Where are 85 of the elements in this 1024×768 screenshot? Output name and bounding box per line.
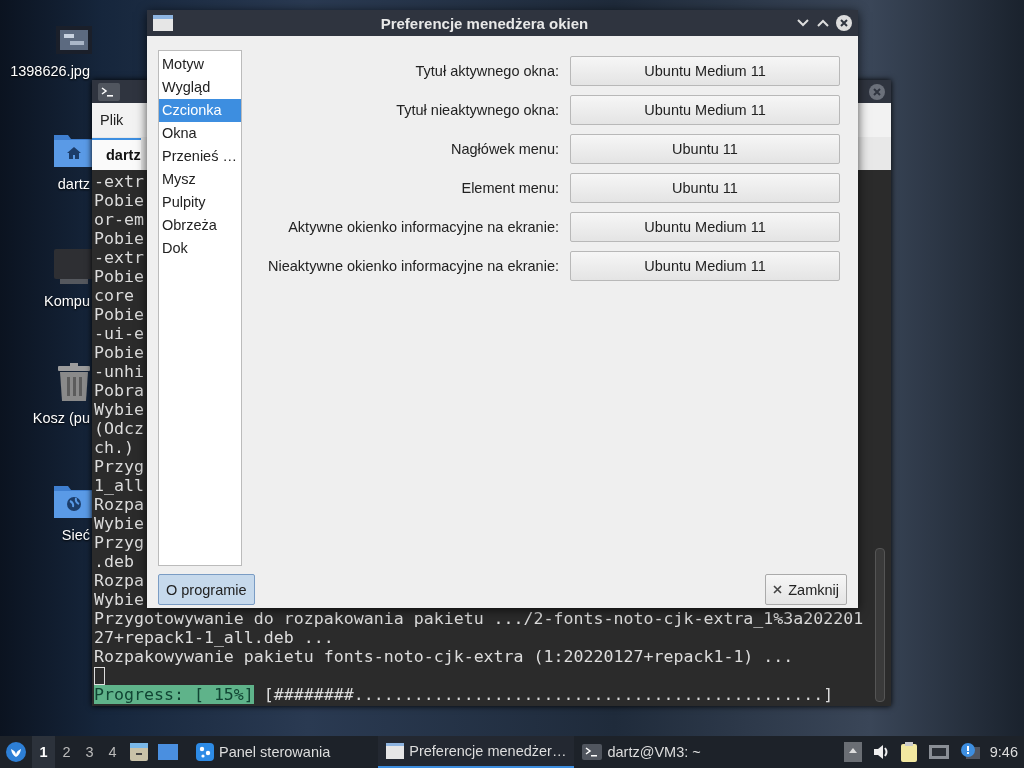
terminal-line: Przygotowywanie do rozpakowania pakietu .../2-fonts-noto-cjk-extra_1%3a202201	[94, 609, 864, 628]
terminal-line: Pobie	[94, 305, 144, 324]
window-title: Preferencje menedżera okien	[379, 14, 590, 32]
progress-label: Progress: [ 15%]	[94, 685, 254, 704]
terminal-line: -extr	[94, 172, 144, 191]
terminal-line: Przyg	[94, 533, 144, 552]
terminal-line: 27+repack1-1_all.deb ...	[94, 628, 334, 647]
file-cabinet-icon[interactable]	[130, 743, 148, 761]
clipboard-icon[interactable]	[899, 742, 918, 762]
terminal-line: Rozpa	[94, 495, 144, 514]
workspace-button[interactable]: 2	[55, 736, 78, 768]
terminal-icon	[98, 82, 120, 101]
terminal-line: Pobie	[94, 229, 144, 248]
terminal-line: core	[94, 286, 134, 305]
workspace-button[interactable]: 3	[78, 736, 101, 768]
trash-icon[interactable]	[58, 363, 90, 401]
field-label: Nagłówek menu:	[451, 141, 559, 157]
field-label: Nieaktywne okienko informacyjne na ekranie:	[268, 258, 559, 274]
terminal-line: Wybie	[94, 514, 144, 533]
terminal-line: .deb	[94, 552, 134, 571]
notification-icon[interactable]	[959, 742, 980, 762]
image-thumbnail-icon[interactable]	[56, 26, 92, 54]
desktop-icon-label[interactable]: 1398626.jpg	[10, 62, 90, 80]
field-label: Tytuł nieaktywnego okna:	[396, 102, 559, 118]
clock[interactable]: 9:46	[989, 744, 1018, 760]
font-button[interactable]: Ubuntu 11	[570, 134, 840, 164]
workspace-button[interactable]: 4	[101, 736, 124, 768]
terminal-line: or-em	[94, 210, 144, 229]
terminal-line: Rozpakowywanie pakietu fonts-noto-cjk-extra (1:20220127+repack1-1) ...	[94, 647, 794, 666]
terminal-line: Pobie	[94, 267, 144, 286]
category-item[interactable]: Mysz	[159, 168, 241, 191]
category-item[interactable]: Obrzeża	[159, 214, 241, 237]
terminal-line: -extr	[94, 248, 144, 267]
field-label: Tytuł aktywnego okna:	[415, 63, 559, 79]
desktop-icon-label[interactable]: Kosz (pu	[32, 409, 90, 427]
control-panel-icon	[196, 743, 214, 761]
window-icon	[153, 15, 173, 31]
terminal-line: 1_all	[94, 476, 144, 495]
taskbar-task[interactable]: dartz@VM3: ~	[574, 736, 709, 768]
terminal-line: -ui-e	[94, 324, 144, 343]
eject-icon[interactable]	[843, 742, 862, 762]
terminal-line: -unhi	[94, 362, 144, 381]
terminal-line: Pobie	[94, 343, 144, 362]
terminal-tab[interactable]: dartz	[92, 138, 141, 170]
workspace-button[interactable]: 1	[32, 736, 55, 768]
cursor	[94, 667, 105, 685]
close-icon	[773, 585, 783, 594]
category-item[interactable]: Okna	[159, 122, 241, 145]
field-label: Element menu:	[461, 180, 559, 196]
category-item[interactable]: Motyw	[159, 53, 241, 76]
start-menu-icon[interactable]	[6, 742, 26, 762]
taskbar-task[interactable]: Preferencje menedżer…	[378, 736, 575, 768]
volume-icon[interactable]	[871, 742, 890, 762]
category-item[interactable]: Dok	[159, 237, 241, 260]
computer-icon[interactable]	[54, 249, 94, 284]
font-button[interactable]: Ubuntu Medium 11	[570, 95, 840, 125]
terminal-line: (Odcz	[94, 419, 144, 438]
window-icon	[386, 743, 405, 759]
about-button[interactable]: O programie	[158, 574, 255, 605]
terminal-line: Rozpa	[94, 571, 144, 590]
desktop-icon-label[interactable]: Kompu	[44, 292, 90, 310]
close-button[interactable]: Zamknij	[765, 574, 847, 605]
field-label: Aktywne okienko informacyjne na ekranie:	[288, 219, 559, 235]
terminal-line: Pobie	[94, 191, 144, 210]
scrollbar[interactable]	[875, 548, 885, 702]
close-icon[interactable]	[836, 15, 852, 31]
terminal-line: Wybie	[94, 400, 144, 419]
font-button[interactable]: Ubuntu Medium 11	[570, 251, 840, 281]
terminal-icon	[582, 744, 603, 760]
terminal-line: Wybie	[94, 590, 144, 609]
menu-item[interactable]: Plik	[100, 112, 124, 129]
category-item[interactable]: Przenieś …	[159, 145, 241, 168]
desktop-icon-label[interactable]: Sieć	[61, 526, 90, 544]
desktop-icon-label[interactable]: dartz	[57, 175, 90, 193]
category-item[interactable]: Wygląd	[159, 76, 241, 99]
progress-text: [########...............................................]	[263, 685, 834, 704]
font-button[interactable]: Ubuntu Medium 11	[570, 56, 840, 86]
terminal-line: Przyg	[94, 457, 144, 476]
network-icon[interactable]	[927, 742, 950, 762]
terminal-line: ch.)	[94, 438, 134, 457]
taskbar-task[interactable]: Panel sterowania	[188, 736, 339, 768]
terminal-line: Pobra	[94, 381, 144, 400]
category-item[interactable]: Pulpity	[159, 191, 241, 214]
font-button[interactable]: Ubuntu 11	[570, 173, 840, 203]
font-button[interactable]: Ubuntu Medium 11	[570, 212, 840, 242]
